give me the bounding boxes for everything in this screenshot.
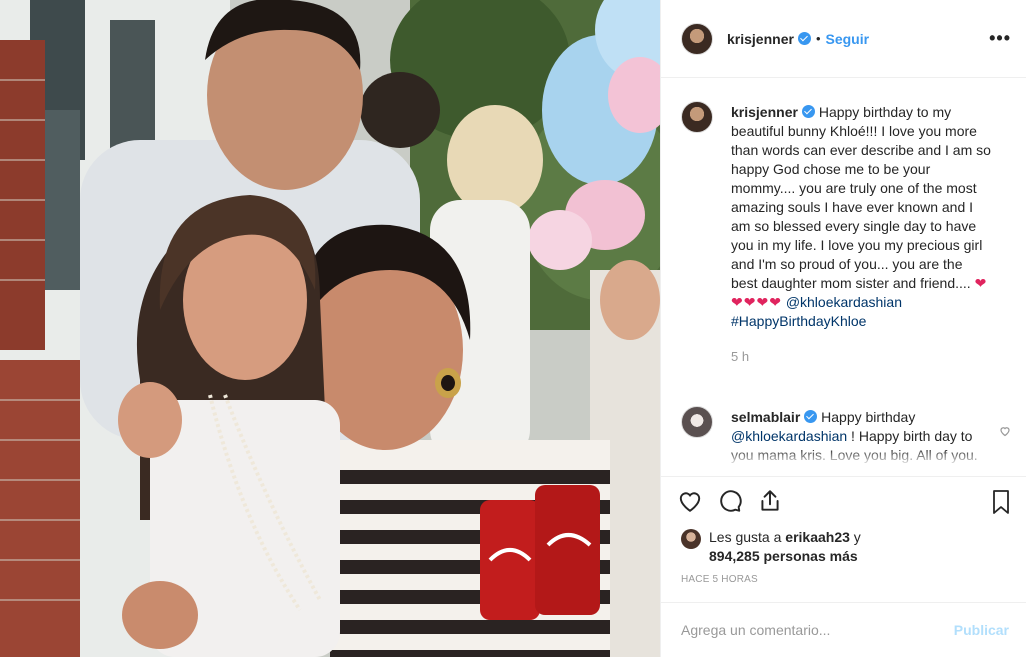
post-timestamp[interactable]: HACE 5 HORAS: [681, 574, 758, 585]
caption-username[interactable]: krisjenner: [731, 104, 798, 120]
comment-item: selmablair Happy birthday @khloekardashi…: [681, 406, 1026, 466]
header-username[interactable]: krisjenner: [727, 31, 794, 47]
post-photo[interactable]: [0, 0, 660, 657]
more-options-icon[interactable]: •••: [989, 28, 1011, 49]
likes-user[interactable]: erikaah23: [785, 529, 850, 545]
caption-body: krisjenner Happy birthday to my beautifu…: [731, 103, 991, 366]
verified-icon: [797, 32, 811, 45]
avatar[interactable]: [681, 22, 713, 55]
comment-text-1: Happy birthday: [821, 409, 916, 425]
caption-hashtag-link[interactable]: #HappyBirthdayKhloe: [731, 313, 866, 329]
post-details-panel: krisjenner • Seguir ••• krisjenner Happy…: [660, 0, 1026, 657]
add-comment-bar: Publicar: [661, 602, 1026, 657]
likes-summary[interactable]: Les gusta a erikaah23 y 894,285 personas…: [681, 528, 1011, 566]
bookmark-icon[interactable]: [989, 489, 1013, 515]
comment-body: selmablair Happy birthday @khloekardashi…: [731, 408, 991, 466]
caption-mention-link[interactable]: @khloekardashian: [786, 294, 902, 310]
caption-item: krisjenner Happy birthday to my beautifu…: [681, 101, 1011, 366]
likes-prefix: Les gusta a: [709, 529, 786, 545]
comment-username[interactable]: selmablair: [731, 409, 800, 425]
comment-bubble-icon[interactable]: [717, 488, 743, 514]
publish-button[interactable]: Publicar: [954, 622, 1009, 638]
post-photo-illustration: [0, 0, 660, 657]
follow-button[interactable]: Seguir: [826, 31, 870, 47]
comment-mention-link[interactable]: @khloekardashian: [731, 428, 847, 444]
caption-text: Happy birthday to my beautiful bunny Khl…: [731, 104, 991, 291]
separator-dot: •: [815, 31, 821, 46]
likes-text: Les gusta a erikaah23 y 894,285 personas…: [709, 528, 861, 566]
like-heart-icon[interactable]: [677, 488, 703, 514]
likes-mid: y: [849, 529, 861, 545]
avatar[interactable]: [681, 101, 713, 133]
liker-avatar: [681, 529, 701, 549]
avatar[interactable]: [681, 406, 713, 438]
verified-icon: [801, 105, 815, 118]
caption-time[interactable]: 5 h: [731, 347, 991, 366]
likes-count[interactable]: 894,285 personas más: [709, 548, 858, 564]
post-header: krisjenner • Seguir •••: [661, 0, 1026, 78]
comment-input[interactable]: [681, 622, 954, 638]
verified-icon: [804, 410, 818, 423]
share-icon[interactable]: [757, 488, 783, 514]
comments-list[interactable]: krisjenner Happy birthday to my beautifu…: [661, 79, 1026, 475]
action-bar: [661, 476, 1026, 524]
comment-like-heart-icon[interactable]: [999, 424, 1011, 440]
